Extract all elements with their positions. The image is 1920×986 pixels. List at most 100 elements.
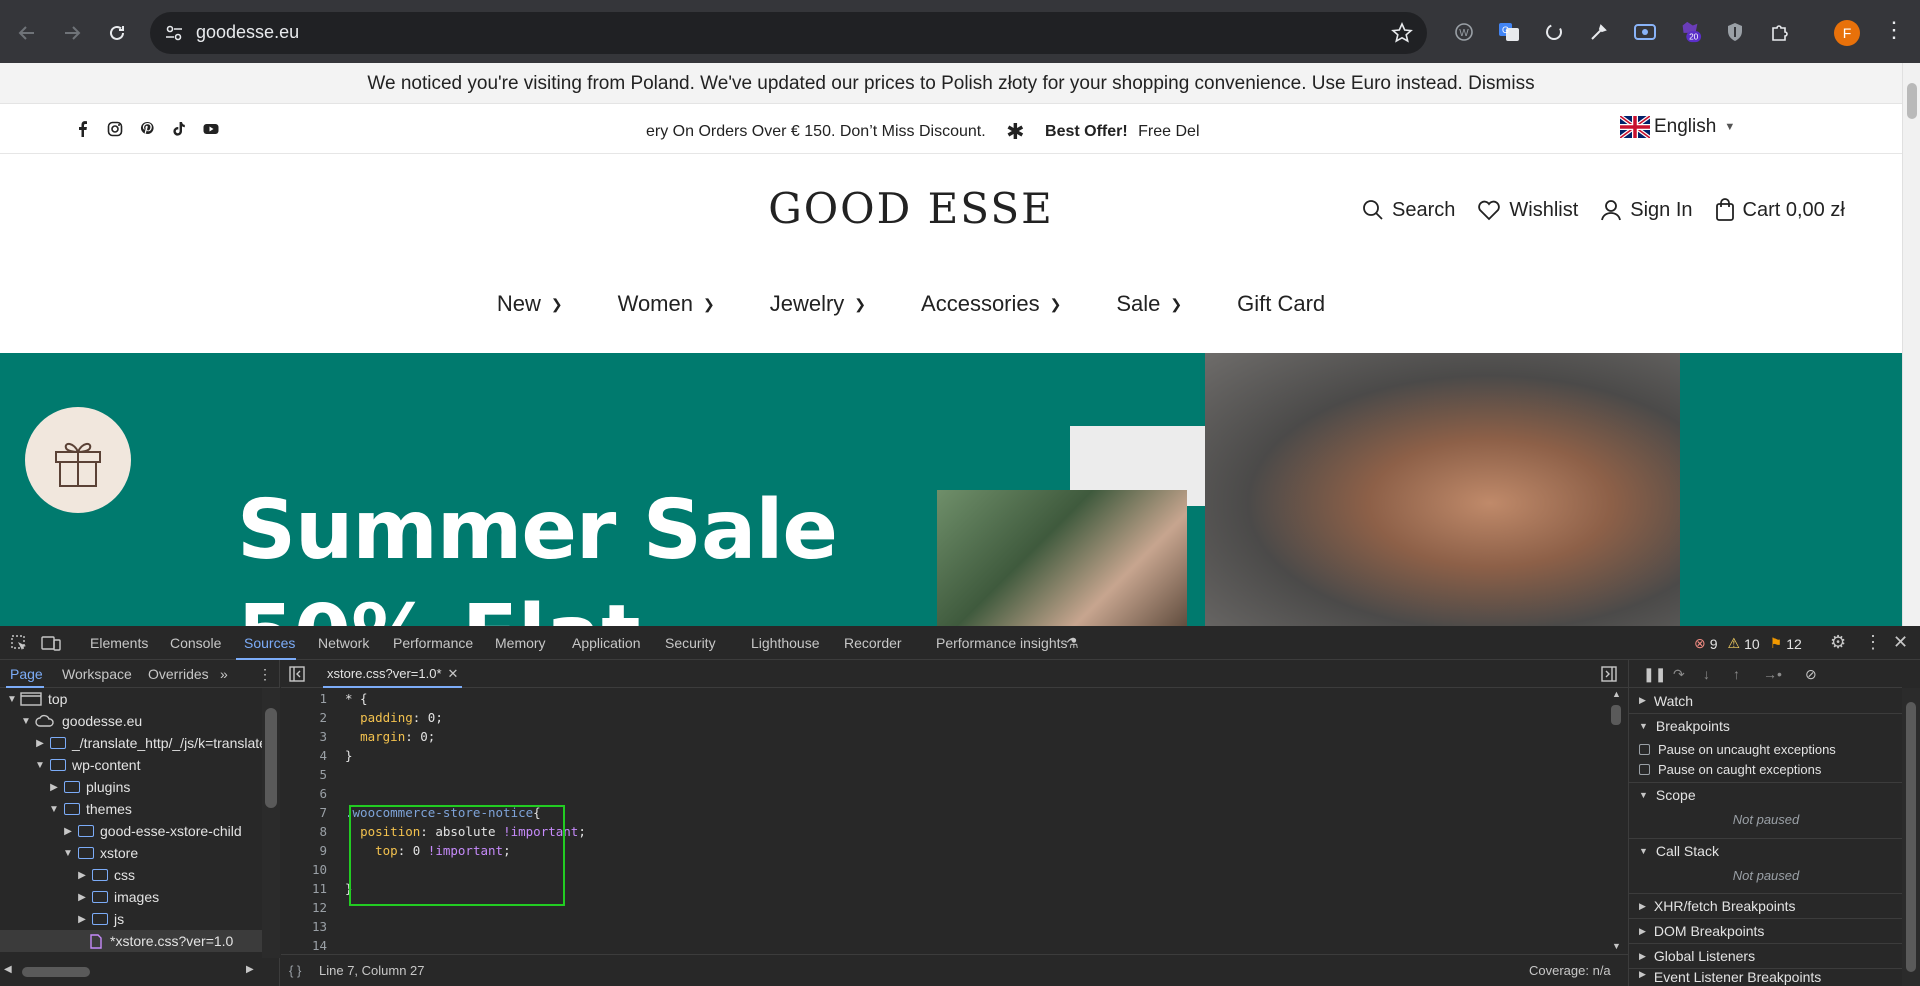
nav-item-new[interactable]: New ❯ [497,291,563,317]
event-listener-breakpoints-pane-header[interactable]: ▶ Event Listener Breakpoints [1629,968,1903,986]
tree-item-wp-content[interactable]: ▼ wp-content [0,754,140,776]
toggle-debugger-icon[interactable] [1601,666,1617,682]
profile-avatar[interactable]: F [1834,20,1860,46]
tab-page[interactable]: Page [10,666,43,682]
code-line-11[interactable]: 11} [281,879,353,898]
store-notice[interactable]: We noticed you're visiting from Poland. … [0,63,1902,104]
tab-elements[interactable]: Elements [90,635,148,651]
error-count[interactable]: ⊗ 9 [1694,635,1718,652]
language-switcher[interactable]: English ▼ [1620,116,1735,138]
tab-recorder[interactable]: Recorder [844,635,902,651]
code-area[interactable]: 1 * { 2 padding: 0; 3 margin: 0; 4} 5 6 7… [281,689,1606,954]
pretty-print-icon[interactable]: { } [289,963,301,978]
code-line-10[interactable]: 10 [281,860,345,879]
step-icon[interactable]: →• [1763,666,1782,682]
code-line-1[interactable]: 1 * { [281,689,367,708]
tree-item-xstore-css[interactable]: *xstore.css?ver=1.0 [0,930,262,952]
sign-in-button[interactable]: Sign In [1600,199,1693,222]
back-button[interactable] [10,16,44,50]
inspect-element-icon[interactable] [10,634,28,652]
code-line-5[interactable]: 5 [281,765,345,784]
tab-application[interactable]: Application [572,635,641,651]
page-scrollbar-thumb[interactable] [1907,83,1917,119]
tree-item-images[interactable]: ▶ images [0,886,159,908]
tab-lighthouse[interactable]: Lighthouse [751,635,820,651]
nav-item-jewelry[interactable]: Jewelry ❯ [770,291,866,317]
code-line-13[interactable]: 13 [281,917,345,936]
tree-item-xstore[interactable]: ▼ xstore [0,842,138,864]
more-options-icon[interactable]: ⋮ [1864,632,1882,653]
pause-caught-checkbox[interactable]: Pause on caught exceptions [1639,762,1821,777]
code-line-12[interactable]: 12 [281,898,345,917]
address-bar[interactable]: goodesse.eu [150,12,1427,54]
scroll-right-icon[interactable]: ▶ [246,964,254,975]
checkbox-box[interactable] [1639,764,1650,775]
wishlist-button[interactable]: Wishlist [1477,199,1578,222]
forward-button[interactable] [55,16,89,50]
call-stack-pane-header[interactable]: ▼ Call Stack [1629,838,1903,863]
code-line-3[interactable]: 3 margin: 0; [281,727,435,746]
shield-extension-icon[interactable] [1723,20,1747,44]
tab-sources[interactable]: Sources [244,635,295,651]
tree-item-translate[interactable]: ▶ _/translate_http/_/js/k=translate [0,732,262,754]
step-into-icon[interactable]: ↓ [1703,666,1710,682]
hero-banner[interactable]: Summer Sale 50% Flat [0,353,1902,626]
debugger-scrollbar[interactable] [1902,688,1920,986]
step-out-icon[interactable]: ↑ [1733,666,1740,682]
tree-item-js[interactable]: ▶ js [0,908,124,930]
cart-button[interactable]: Cart 0,00 zł [1715,198,1845,222]
tab-workspace[interactable]: Workspace [62,666,132,682]
page-scrollbar[interactable] [1902,63,1920,626]
toggle-navigator-icon[interactable] [289,666,305,682]
tree-item-themes[interactable]: ▼ themes [0,798,132,820]
tab-console[interactable]: Console [170,635,221,651]
extensions-puzzle-icon[interactable] [1768,20,1792,44]
deactivate-breakpoints-icon[interactable]: ⊘ [1805,666,1817,683]
url-text[interactable]: goodesse.eu [196,22,299,43]
nav-item-women[interactable]: Women ❯ [618,291,715,317]
editor-scrollbar[interactable]: ▲ ▼ [1606,689,1628,954]
tree-scrollbar[interactable] [262,688,280,958]
debugger-scrollbar-thumb[interactable] [1906,702,1916,972]
badge-extension-icon[interactable]: 20 [1678,20,1702,44]
search-button[interactable]: Search [1362,199,1455,222]
tab-memory[interactable]: Memory [495,635,546,651]
breakpoints-pane-header[interactable]: ▼ Breakpoints [1629,713,1903,738]
pause-icon[interactable]: ❚❚ [1643,666,1666,683]
close-devtools-icon[interactable]: ✕ [1893,632,1908,653]
tree-item-css[interactable]: ▶ css [0,864,135,886]
global-listeners-pane-header[interactable]: ▶ Global Listeners [1629,943,1903,968]
tab-network[interactable]: Network [318,635,369,651]
watch-pane-header[interactable]: ▶ Watch [1629,688,1903,713]
code-line-4[interactable]: 4} [281,746,352,765]
tab-performance[interactable]: Performance [393,635,473,651]
browser-menu-icon[interactable]: ⋮ [1883,19,1905,41]
scroll-down-icon[interactable]: ▼ [1612,941,1621,951]
nav-item-accessories[interactable]: Accessories ❯ [921,291,1061,317]
instagram-icon[interactable] [107,121,123,137]
youtube-icon[interactable] [203,121,219,137]
code-line-6[interactable]: 6 [281,784,345,803]
translate-extension-icon[interactable]: G [1497,20,1521,44]
more-tabs-icon[interactable]: » [220,666,228,682]
gift-badge[interactable] [25,407,131,513]
tree-hscroll-thumb[interactable] [22,967,90,977]
tab-overrides[interactable]: Overrides [148,666,209,682]
dom-breakpoints-pane-header[interactable]: ▶ DOM Breakpoints [1629,918,1903,943]
code-line-14[interactable]: 14 [281,936,345,955]
step-over-icon[interactable]: ↷ [1673,666,1685,683]
pinterest-icon[interactable] [139,121,155,137]
sync-extension-icon[interactable] [1542,20,1566,44]
site-info-icon[interactable] [164,23,184,43]
bookmark-star-icon[interactable] [1391,22,1413,44]
navigator-menu-icon[interactable]: ⋮ [258,666,272,683]
device-toolbar-icon[interactable] [41,634,61,652]
eyedropper-extension-icon[interactable] [1587,20,1611,44]
wordpress-extension-icon[interactable]: W [1452,20,1476,44]
issue-counters[interactable]: ⊗ 9 ⚠ 10 ⚑ 12 [1694,635,1802,652]
tree-item-goodesse[interactable]: ▼ goodesse.eu [0,710,142,732]
settings-gear-icon[interactable]: ⚙ [1830,632,1846,653]
tab-performance-insights[interactable]: Performance insights [936,635,1068,651]
file-tab-xstore-css[interactable]: xstore.css?ver=1.0* ✕ [323,660,463,688]
close-tab-icon[interactable]: ✕ [448,666,459,681]
